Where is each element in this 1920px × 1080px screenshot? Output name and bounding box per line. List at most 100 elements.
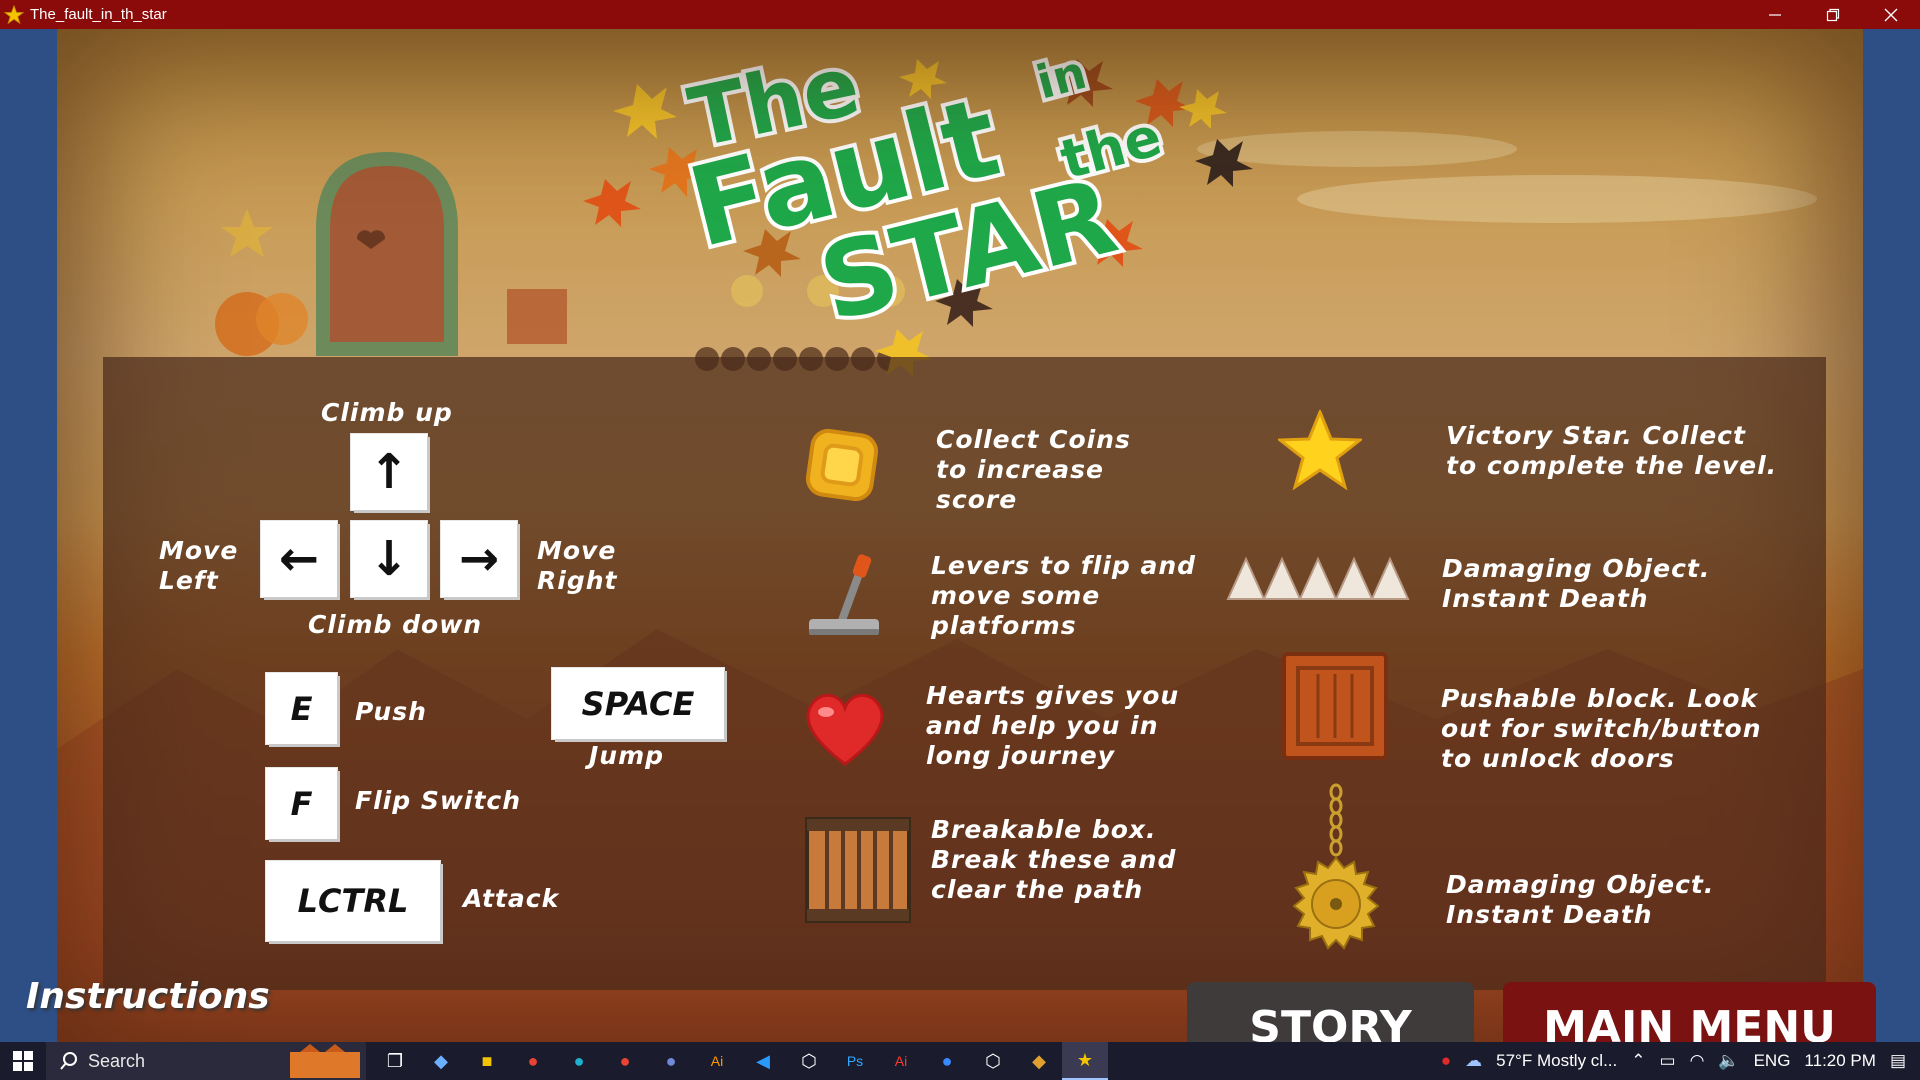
right-arrow-icon: →	[458, 531, 500, 587]
close-icon	[1884, 8, 1898, 21]
window-left-border	[0, 29, 57, 1042]
coin-icon	[805, 428, 879, 502]
saw-description: Damaging Object. Instant Death	[1446, 870, 1715, 929]
chrome-icon: ●	[527, 1050, 539, 1071]
discord-button[interactable]: ●	[648, 1042, 694, 1080]
app-icon: ●	[941, 1050, 953, 1071]
minimize-button[interactable]	[1746, 0, 1804, 29]
file-explorer-icon: ■	[481, 1050, 493, 1071]
battery-icon[interactable]: ▭	[1660, 1051, 1676, 1071]
star-game-icon: ★	[1076, 1049, 1094, 1070]
coins-description: Collect Coins to increase score	[936, 425, 1131, 514]
illustrator-icon: Ai	[894, 1053, 908, 1069]
story-button[interactable]: STORY	[1187, 982, 1474, 1042]
logo-in: in	[1031, 45, 1092, 110]
jump-label: Jump	[589, 741, 665, 770]
close-button[interactable]	[1862, 0, 1920, 29]
lever-icon	[809, 554, 879, 635]
search-highlight-icon	[290, 1044, 360, 1078]
instructions-heading: Instructions	[26, 976, 270, 1017]
chevron-up-icon[interactable]: ⌃	[1631, 1051, 1645, 1071]
photoshop-icon: Ps	[846, 1053, 864, 1069]
flip-switch-label: Flip Switch	[355, 786, 522, 815]
illustrator-icon: Ai	[710, 1053, 724, 1069]
search-icon	[60, 1052, 77, 1070]
restore-icon	[1826, 8, 1840, 21]
taskbar-app-2[interactable]: ●	[924, 1042, 970, 1080]
window-title-bar: The_fault_in_th_star	[0, 0, 1920, 29]
window-title: The_fault_in_th_star	[30, 6, 167, 23]
game-taskbar-button[interactable]: ★	[1062, 1042, 1108, 1080]
notifications-icon[interactable]: ▤	[1890, 1051, 1906, 1071]
climb-down-label: Climb down	[308, 610, 483, 639]
discord-icon: ●	[665, 1050, 677, 1071]
system-tray: ● ☁ 57°F Mostly cl... ⌃ ▭ ◠ 🔈 ENG 11:20 …	[1434, 1042, 1920, 1080]
git-button[interactable]: ◆	[1016, 1042, 1062, 1080]
taskbar-search[interactable]: Search	[46, 1042, 366, 1080]
hearts-description: Hearts gives you and help you in long jo…	[926, 681, 1180, 770]
search-placeholder: Search	[88, 1050, 146, 1071]
chrome-button-2[interactable]: ●	[602, 1042, 648, 1080]
unity-icon: ⬡	[985, 1050, 1001, 1071]
task-view-icon: ❐	[386, 1050, 404, 1071]
victory-star-description: Victory Star. Collect to complete the le…	[1446, 421, 1778, 480]
task-view-button[interactable]: ❐	[372, 1042, 418, 1080]
window-right-border	[1863, 29, 1920, 1042]
illustrator-button-2[interactable]: Ai	[878, 1042, 924, 1080]
weather-text[interactable]: 57°F Mostly cl...	[1496, 1051, 1617, 1071]
lctrl-key: LCTRL	[266, 861, 440, 941]
climb-up-label: Climb up	[321, 398, 453, 427]
down-arrow-icon: ↓	[368, 531, 410, 587]
f-key: F	[266, 768, 337, 839]
e-key: E	[266, 673, 337, 744]
taskbar: Search ❐ ◆ ■ ● ● ● ● Ai ◀ ⬡ Ps Ai ● ⬡ ◆ …	[0, 1042, 1920, 1080]
move-left-label: Move Left	[159, 536, 239, 595]
git-icon: ◆	[1032, 1050, 1046, 1071]
breakable-box-icon	[805, 817, 911, 923]
breakable-description: Breakable box. Break these and clear the…	[931, 815, 1177, 904]
start-button[interactable]	[0, 1042, 46, 1080]
unity-icon: ⬡	[801, 1050, 817, 1071]
edge-icon: ●	[573, 1050, 585, 1071]
attack-label: Attack	[463, 884, 560, 913]
volume-icon[interactable]: 🔈	[1718, 1051, 1739, 1071]
vscode-button[interactable]: ◀	[740, 1042, 786, 1080]
chrome-button[interactable]: ●	[510, 1042, 556, 1080]
right-arrow-key: →	[441, 521, 517, 597]
main-menu-button[interactable]: MAIN MENU	[1503, 982, 1876, 1042]
wifi-icon[interactable]: ◠	[1690, 1051, 1705, 1071]
pushable-block-description: Pushable block. Look out for switch/butt…	[1441, 684, 1762, 773]
chrome-icon: ●	[619, 1050, 631, 1071]
down-arrow-key: ↓	[351, 521, 427, 597]
clock[interactable]: 11:20 PM	[1804, 1051, 1876, 1071]
star-app-icon	[4, 4, 24, 24]
app-icon: ◆	[434, 1050, 448, 1071]
space-key: SPACE	[552, 668, 724, 739]
weather-icon: ☁	[1465, 1051, 1483, 1070]
up-arrow-key: ↑	[351, 434, 427, 510]
restore-button[interactable]	[1804, 0, 1862, 29]
move-right-label: Move Right	[537, 536, 618, 595]
spikes-icon	[1226, 556, 1410, 600]
levers-description: Levers to flip and move some platforms	[931, 551, 1197, 640]
push-label: Push	[355, 697, 427, 726]
spikes-description: Damaging Object. Instant Death	[1442, 554, 1711, 613]
illustrator-button[interactable]: Ai	[694, 1042, 740, 1080]
taskbar-app[interactable]: ◆	[418, 1042, 464, 1080]
file-explorer-button[interactable]: ■	[464, 1042, 510, 1080]
victory-star-icon	[1278, 410, 1362, 490]
edge-button[interactable]: ●	[556, 1042, 602, 1080]
security-icon[interactable]: ●	[1441, 1051, 1451, 1071]
photoshop-button[interactable]: Ps	[832, 1042, 878, 1080]
minimize-icon	[1769, 13, 1781, 16]
windows-icon	[13, 1051, 33, 1071]
up-arrow-icon: ↑	[368, 444, 410, 500]
left-arrow-icon: ←	[278, 531, 320, 587]
unity-button-2[interactable]: ⬡	[970, 1042, 1016, 1080]
left-arrow-key: ←	[261, 521, 337, 597]
unity-button[interactable]: ⬡	[786, 1042, 832, 1080]
heart-icon	[806, 693, 884, 766]
pushable-block-icon	[1282, 652, 1388, 760]
saw-blade-icon	[1292, 783, 1380, 950]
language-indicator[interactable]: ENG	[1754, 1051, 1791, 1071]
